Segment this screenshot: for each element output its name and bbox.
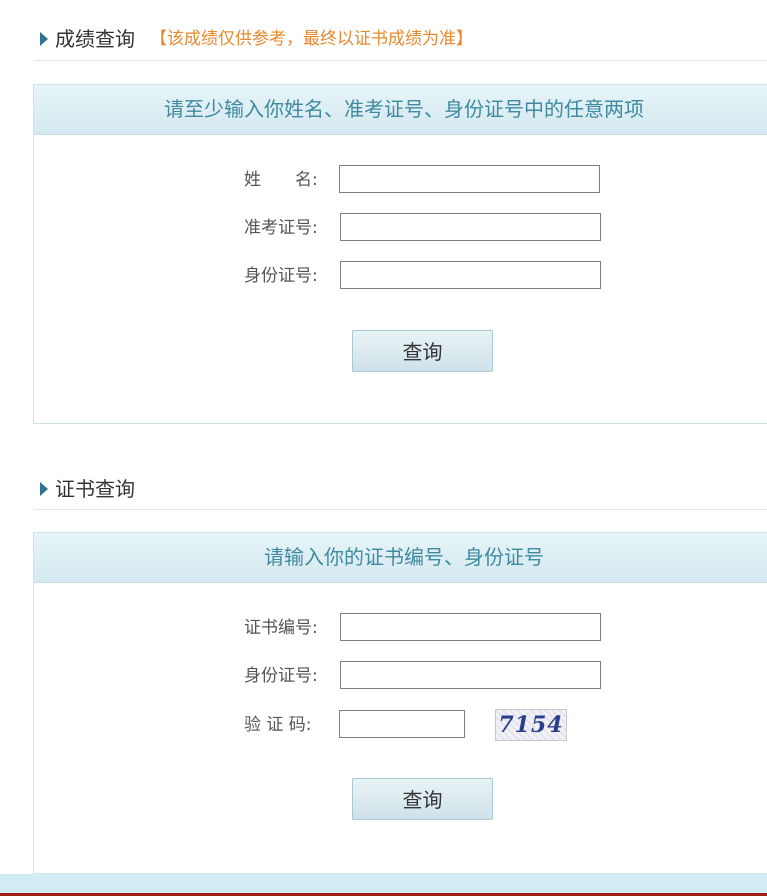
name-label: 姓 名: <box>244 170 318 190</box>
id-number-label: 身份证号: <box>244 266 318 286</box>
name-input[interactable] <box>339 165 600 193</box>
score-section-note: 【该成绩仅供参考，最终以证书成绩为准】 <box>150 29 473 49</box>
triangle-right-icon <box>40 32 48 46</box>
captcha-label: 验 证 码: <box>244 715 312 735</box>
captcha-image[interactable]: 7154 <box>495 709 567 741</box>
cert-query-panel: 请输入你的证书编号、身份证号 <box>33 532 767 874</box>
cert-section-title: 证书查询 <box>55 477 135 501</box>
exam-number-input[interactable] <box>340 213 601 241</box>
cert-query-button[interactable]: 查询 <box>352 778 493 820</box>
cert-id-number-label: 身份证号: <box>244 666 318 686</box>
score-panel-heading: 请至少输入你姓名、准考证号、身份证号中的任意两项 <box>34 85 767 135</box>
score-query-panel: 请至少输入你姓名、准考证号、身份证号中的任意两项 <box>33 84 767 424</box>
footer-bar <box>0 874 767 896</box>
score-section-header: 成绩查询 【该成绩仅供参考，最终以证书成绩为准】 <box>34 24 767 61</box>
cert-id-number-input[interactable] <box>340 661 601 689</box>
exam-number-label: 准考证号: <box>244 218 318 238</box>
cert-number-label: 证书编号: <box>244 618 318 638</box>
score-section-title: 成绩查询 <box>55 27 135 51</box>
cert-number-input[interactable] <box>340 613 601 641</box>
cert-section-header: 证书查询 <box>34 474 767 510</box>
cert-panel-heading: 请输入你的证书编号、身份证号 <box>34 533 767 583</box>
captcha-input[interactable] <box>339 710 465 738</box>
id-number-input[interactable] <box>340 261 601 289</box>
score-query-button[interactable]: 查询 <box>352 330 493 372</box>
triangle-right-icon <box>40 482 48 496</box>
